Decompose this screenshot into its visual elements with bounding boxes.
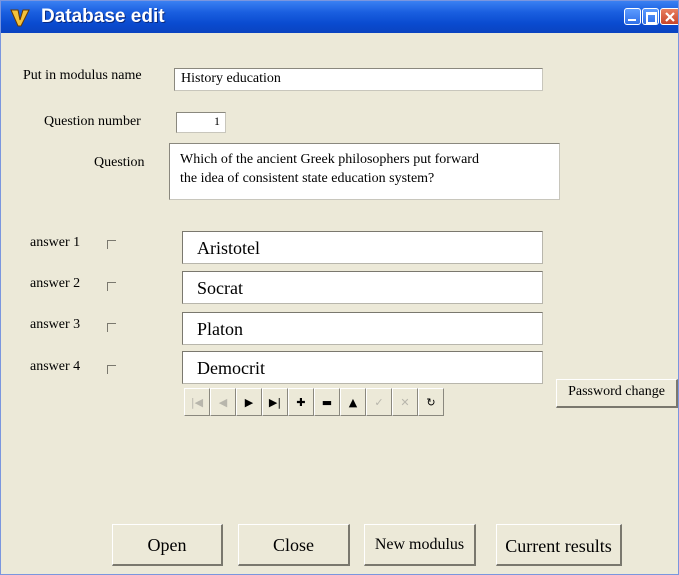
record-navigator: |◀ ◀ ▶ ▶| ✚ ▬ ▲ ✓ ✕ ↻ <box>184 388 444 416</box>
password-change-label: Password change <box>568 384 665 399</box>
answer-4-label: answer 4 <box>30 359 81 374</box>
prior-record-icon: ◀ <box>218 395 228 409</box>
answer-4-checkbox[interactable] <box>107 365 116 374</box>
close-window-button[interactable] <box>660 8 678 25</box>
maximize-icon <box>646 12 657 24</box>
question-text-line-2: the idea of consistent state education s… <box>180 171 435 186</box>
cancel-record-icon: ✕ <box>400 395 410 409</box>
navigator-edit-button[interactable]: ▲ <box>340 388 366 416</box>
refresh-record-icon: ↻ <box>426 395 436 409</box>
maximize-button[interactable] <box>642 8 659 25</box>
navigator-first-button[interactable]: |◀ <box>184 388 210 416</box>
answer-3-field[interactable]: Platon <box>182 312 543 345</box>
question-text-line-1: Which of the ancient Greek philosophers … <box>180 152 479 167</box>
current-results-button[interactable]: Current results <box>496 524 622 566</box>
open-button[interactable]: Open <box>112 524 223 566</box>
open-label: Open <box>147 535 187 555</box>
current-results-label: Current results <box>505 536 612 556</box>
question-label: Question <box>94 155 145 170</box>
title-bar[interactable]: Database edit <box>1 1 678 33</box>
first-record-icon: |◀ <box>190 395 204 409</box>
question-number-label: Question number <box>44 114 141 129</box>
close-icon <box>665 12 675 22</box>
question-number-value: 1 <box>214 114 220 128</box>
modulus-name-label: Put in modulus name <box>23 68 142 83</box>
answer-4-field[interactable]: Democrit <box>182 351 543 384</box>
navigator-next-button[interactable]: ▶ <box>236 388 262 416</box>
navigator-post-button[interactable]: ✓ <box>366 388 392 416</box>
answer-1-field[interactable]: Aristotel <box>182 231 543 264</box>
close-button[interactable]: Close <box>238 524 350 566</box>
edit-record-icon: ▲ <box>348 395 358 409</box>
navigator-cancel-button[interactable]: ✕ <box>392 388 418 416</box>
close-label: Close <box>272 535 314 555</box>
answer-2-value: Socrat <box>197 278 243 298</box>
answer-2-checkbox[interactable] <box>107 282 116 291</box>
insert-record-icon: ✚ <box>296 395 306 409</box>
answer-2-label: answer 2 <box>30 276 81 291</box>
answer-4-value: Democrit <box>197 358 265 378</box>
new-modulus-button[interactable]: New modulus <box>364 524 476 566</box>
question-number-field[interactable]: 1 <box>176 112 226 133</box>
password-change-button[interactable]: Password change <box>556 379 678 408</box>
delete-record-icon: ▬ <box>321 395 333 409</box>
navigator-insert-button[interactable]: ✚ <box>288 388 314 416</box>
answer-1-value: Aristotel <box>197 238 260 258</box>
window-title: Database edit <box>41 6 165 27</box>
answer-2-field[interactable]: Socrat <box>182 271 543 304</box>
last-record-icon: ▶| <box>268 395 282 409</box>
post-record-icon: ✓ <box>374 395 384 409</box>
minimize-icon <box>628 19 636 21</box>
answer-1-label: answer 1 <box>30 235 81 250</box>
modulus-name-field[interactable]: History education <box>174 68 543 91</box>
modulus-name-value: History education <box>181 71 281 86</box>
answer-1-checkbox[interactable] <box>107 240 116 249</box>
navigator-delete-button[interactable]: ▬ <box>314 388 340 416</box>
answer-3-label: answer 3 <box>30 317 81 332</box>
next-record-icon: ▶ <box>244 395 254 409</box>
navigator-refresh-button[interactable]: ↻ <box>418 388 444 416</box>
answer-3-value: Platon <box>197 319 244 339</box>
new-modulus-label: New modulus <box>374 536 465 553</box>
navigator-prior-button[interactable]: ◀ <box>210 388 236 416</box>
app-logo-icon <box>10 9 30 27</box>
navigator-last-button[interactable]: ▶| <box>262 388 288 416</box>
answer-3-checkbox[interactable] <box>107 323 116 332</box>
question-text-field[interactable]: Which of the ancient Greek philosophers … <box>169 143 560 200</box>
minimize-button[interactable] <box>624 8 641 25</box>
database-edit-window: Database edit Put in modulus name Histor… <box>0 0 679 575</box>
